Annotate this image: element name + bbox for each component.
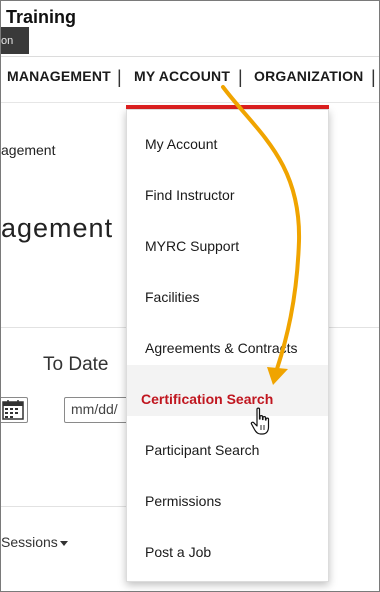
divider	[1, 506, 127, 507]
divider	[1, 327, 127, 328]
page-title: agement	[1, 213, 114, 243]
calendar-button[interactable]	[1, 397, 28, 423]
calendar-icon	[2, 400, 24, 420]
menu-item-agreements-contracts[interactable]: Agreements & Contracts	[127, 314, 328, 365]
nav-item-organization[interactable]: ORGANIZATION	[254, 68, 363, 84]
site-title: Training	[6, 7, 77, 27]
menu-item-myrc-support[interactable]: MYRC Support	[127, 212, 328, 263]
my-account-dropdown-menu: My Account Find Instructor MYRC Support …	[126, 109, 329, 582]
nav-separator: |	[371, 67, 376, 87]
to-date-label: To Date	[43, 354, 109, 375]
nav-item-management[interactable]: MANAGEMENT	[7, 68, 111, 84]
menu-item-permissions[interactable]: Permissions	[127, 467, 328, 518]
menu-item-my-account[interactable]: My Account	[127, 110, 328, 161]
nav-item-my-account[interactable]: MY ACCOUNT	[134, 68, 230, 84]
menu-item-facilities[interactable]: Facilities	[127, 263, 328, 314]
screenshot-frame: Training on MANAGEMENT | MY ACCOUNT | OR…	[0, 0, 380, 592]
breadcrumb[interactable]: agement	[1, 142, 55, 158]
sessions-label: Sessions	[1, 534, 58, 550]
caret-down-icon	[59, 540, 68, 546]
menu-item-find-instructor[interactable]: Find Instructor	[127, 161, 328, 212]
divider	[327, 327, 379, 328]
menu-item-post-a-job[interactable]: Post a Job	[127, 518, 328, 569]
nav-separator: |	[117, 67, 122, 87]
menu-item-certification-search[interactable]: Certification Search	[127, 365, 328, 416]
nav-separator: |	[238, 67, 243, 87]
sessions-dropdown[interactable]: Sessions	[1, 534, 68, 550]
dark-tab-button[interactable]: on	[1, 27, 29, 54]
dark-tab-label: on	[1, 35, 14, 47]
hand-cursor-icon	[250, 407, 270, 435]
menu-item-participant-search[interactable]: Participant Search	[127, 416, 328, 467]
